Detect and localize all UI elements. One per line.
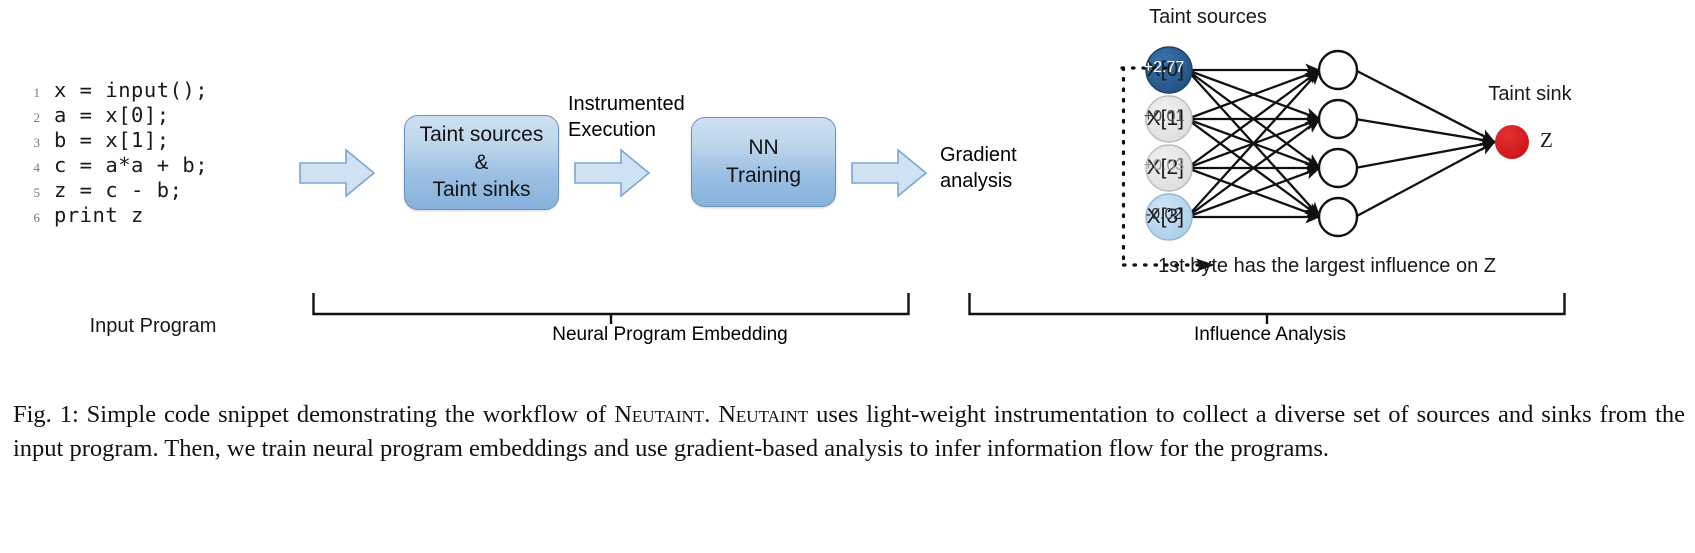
neural-network-diagram bbox=[1050, 0, 1695, 290]
bracket-neural-program-embedding bbox=[312, 292, 910, 324]
code-line-number: 5 bbox=[33, 185, 41, 200]
caption-prefix: Fig. 1: Simple code snippet demonstratin… bbox=[13, 401, 615, 428]
label-gradient-analysis: Gradient analysis bbox=[940, 143, 1050, 194]
code-line-number: 4 bbox=[33, 160, 41, 175]
label-influence-analysis: Influence Analysis bbox=[1193, 324, 1347, 345]
label-instrumented-line2: Execution bbox=[568, 118, 656, 141]
code-listing: 1 x = input(); 2 a = x[0]; 3 b = x[1]; 4… bbox=[14, 78, 284, 228]
label-instrumented-line1: Instrumented bbox=[568, 93, 685, 115]
box-taint-line2: & bbox=[474, 150, 489, 174]
code-line: 3 b = x[1]; bbox=[14, 128, 284, 153]
label-instrumented-execution: Instrumented Execution bbox=[568, 92, 703, 143]
label-influence-annotation: 1st byte has the largest influence on Z bbox=[1158, 255, 1496, 277]
code-line-text: x = input(); bbox=[54, 78, 209, 102]
flow-arrow-3 bbox=[850, 146, 928, 200]
input-label-x3: X[3] bbox=[1146, 205, 1184, 228]
code-line-text: z = c - b; bbox=[54, 178, 183, 202]
code-line-text: a = x[0]; bbox=[54, 103, 170, 127]
label-taint-sink: Taint sink bbox=[1488, 83, 1572, 105]
box-taint-line3: Taint sinks bbox=[432, 178, 531, 202]
output-node-z bbox=[1495, 125, 1529, 159]
label-gradient-line1: Gradient bbox=[940, 144, 1017, 166]
caption-system-name-1: Neutaint bbox=[614, 401, 705, 428]
box-taint-line1: Taint sources bbox=[419, 122, 544, 146]
code-line-number: 6 bbox=[33, 210, 41, 225]
code-line: 4 c = a*a + b; bbox=[14, 153, 284, 178]
caption-mid: . bbox=[704, 401, 719, 428]
box-nn-training[interactable]: NN Training bbox=[691, 117, 836, 207]
code-line-number: 2 bbox=[33, 110, 41, 125]
figure-caption: Fig. 1: Simple code snippet demonstratin… bbox=[13, 398, 1685, 466]
code-line-number: 1 bbox=[33, 85, 41, 100]
code-line-text: c = a*a + b; bbox=[54, 153, 209, 177]
input-label-x1: X[1] bbox=[1146, 107, 1184, 130]
bracket-influence-analysis bbox=[968, 292, 1566, 324]
label-gradient-line2: analysis bbox=[940, 169, 1013, 192]
hidden-node-0 bbox=[1317, 49, 1359, 91]
code-line: 1 x = input(); bbox=[14, 78, 284, 103]
code-line: 2 a = x[0]; bbox=[14, 103, 284, 128]
hidden-node-3 bbox=[1317, 196, 1359, 238]
input-label-x2: X[2] bbox=[1146, 156, 1184, 179]
flow-arrow-1 bbox=[298, 146, 376, 200]
input-label-x0: X[0] bbox=[1146, 58, 1184, 81]
label-neural-program-embedding: Neural Program Embedding bbox=[552, 324, 788, 345]
label-output-z: Z bbox=[1540, 128, 1553, 152]
hidden-node-1 bbox=[1317, 98, 1359, 140]
flow-arrow-2 bbox=[573, 146, 651, 200]
code-line-number: 3 bbox=[33, 135, 41, 150]
code-line-text: print z bbox=[54, 203, 144, 227]
code-line-text: b = x[1]; bbox=[54, 128, 170, 152]
hidden-node-2 bbox=[1317, 147, 1359, 189]
code-line: 5 z = c - b; bbox=[14, 178, 284, 203]
caption-system-name-2: Neutaint bbox=[718, 401, 809, 428]
box-nn-line2: Training bbox=[725, 164, 802, 187]
label-taint-sources: Taint sources bbox=[1149, 6, 1267, 28]
box-nn-line1: NN bbox=[748, 136, 779, 160]
code-line: 6 print z bbox=[14, 203, 284, 228]
box-taint-sources-sinks[interactable]: Taint sources & Taint sinks bbox=[404, 115, 559, 210]
input-program-label: Input Program bbox=[89, 315, 217, 337]
